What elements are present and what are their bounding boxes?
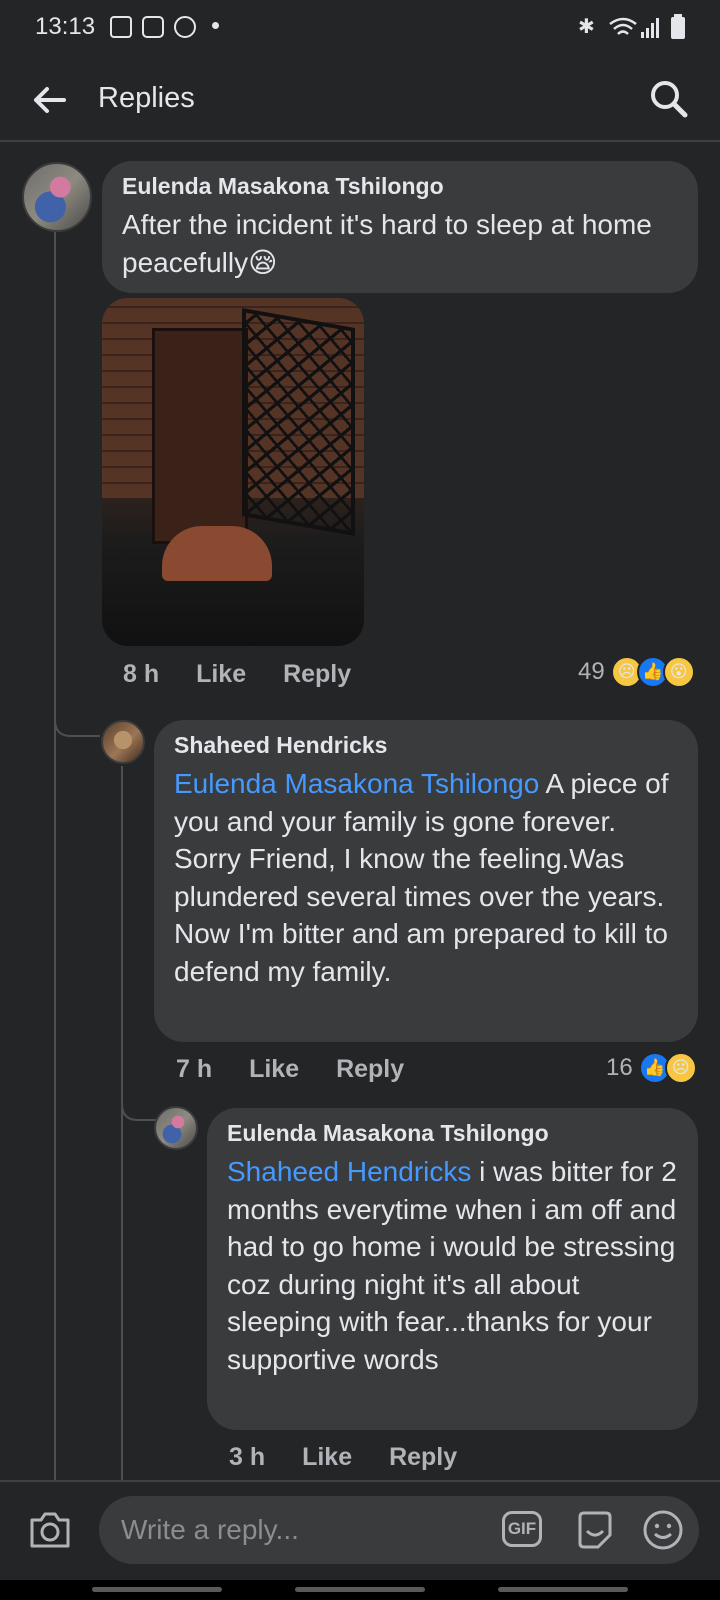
comment-photo[interactable]: [102, 298, 364, 646]
mention-link[interactable]: Shaheed Hendricks: [227, 1156, 471, 1187]
sticker-icon[interactable]: [574, 1509, 616, 1551]
sleepy-emoji-icon: 😪: [248, 246, 278, 278]
camera-icon[interactable]: [28, 1510, 72, 1550]
more-notifications-icon: [212, 22, 219, 29]
comment-author[interactable]: Shaheed Hendricks: [174, 732, 678, 759]
p-app-notification-icon: [142, 16, 164, 38]
comment-bubble[interactable]: Eulenda Masakona Tshilongo Shaheed Hendr…: [207, 1108, 698, 1430]
status-time: 13:13: [35, 13, 96, 40]
nav-home[interactable]: [295, 1587, 425, 1592]
reply-button[interactable]: Reply: [336, 1055, 404, 1083]
reaction-summary[interactable]: 16 👍 ☹: [606, 1052, 697, 1084]
thread-connector: [54, 700, 100, 737]
like-button[interactable]: Like: [302, 1443, 352, 1471]
status-bar: 13:13 ✱: [0, 0, 720, 56]
reply-button[interactable]: Reply: [389, 1443, 457, 1471]
reaction-count: 16: [606, 1054, 633, 1081]
comment-meta: 8 h Like Reply: [123, 660, 351, 689]
nav-recents[interactable]: [92, 1587, 222, 1592]
like-button[interactable]: Like: [249, 1055, 299, 1083]
comment-text: After the incident it's hard to sleep at…: [122, 206, 678, 281]
comment-time: 8 h: [123, 660, 160, 688]
thread-line-main: [54, 232, 56, 1482]
comment-text-body: A piece of you and your family is gone f…: [174, 768, 669, 987]
avatar[interactable]: [101, 720, 145, 764]
wooden-door: [152, 328, 248, 544]
reply-button[interactable]: Reply: [283, 660, 351, 688]
gif-icon[interactable]: GIF: [502, 1511, 542, 1547]
nav-back[interactable]: [498, 1587, 628, 1592]
reaction-summary[interactable]: 49 ☹ 👍 😮: [578, 656, 695, 688]
bluetooth-icon: ✱: [578, 16, 595, 38]
avatar[interactable]: [154, 1106, 198, 1150]
front-steps: [162, 526, 272, 581]
reaction-count: 49: [578, 658, 605, 685]
avatar[interactable]: [22, 162, 92, 232]
comment-bubble[interactable]: Shaheed Hendricks Eulenda Masakona Tshil…: [154, 720, 698, 1042]
comment-time: 3 h: [229, 1443, 266, 1471]
comment-author[interactable]: Eulenda Masakona Tshilongo: [122, 173, 678, 200]
gallery-notification-icon: [110, 16, 132, 38]
wifi-icon: [609, 17, 637, 35]
reply-composer: Write a reply... GIF: [0, 1480, 720, 1580]
sad-reaction-icon: ☹: [664, 1052, 697, 1084]
search-icon[interactable]: [648, 78, 690, 120]
comment-author[interactable]: Eulenda Masakona Tshilongo: [227, 1120, 678, 1147]
comment-text: Shaheed Hendricks i was bitter for 2 mon…: [227, 1153, 678, 1378]
top-bar: Replies: [0, 56, 720, 142]
security-gate: [242, 308, 355, 536]
comment-time: 7 h: [176, 1055, 213, 1083]
comment-text-body: After the incident it's hard to sleep at…: [122, 209, 652, 278]
page-title: Replies: [98, 82, 195, 114]
battery-icon: [671, 14, 685, 39]
emoji-icon[interactable]: [642, 1509, 684, 1551]
comment-meta: 3 h Like Reply: [229, 1443, 457, 1472]
messenger-notification-icon: [174, 16, 196, 38]
signal-icon: [641, 18, 659, 38]
wow-reaction-icon: 😮: [662, 656, 695, 688]
comment-text-body: i was bitter for 2 months everytime when…: [227, 1156, 677, 1375]
mention-link[interactable]: Eulenda Masakona Tshilongo: [174, 768, 539, 799]
comment-text: Eulenda Masakona Tshilongo A piece of yo…: [174, 765, 678, 990]
comment-meta: 7 h Like Reply: [176, 1055, 404, 1084]
comment-bubble[interactable]: Eulenda Masakona Tshilongo After the inc…: [102, 161, 698, 293]
back-arrow-icon[interactable]: [30, 80, 70, 120]
like-button[interactable]: Like: [196, 660, 246, 688]
